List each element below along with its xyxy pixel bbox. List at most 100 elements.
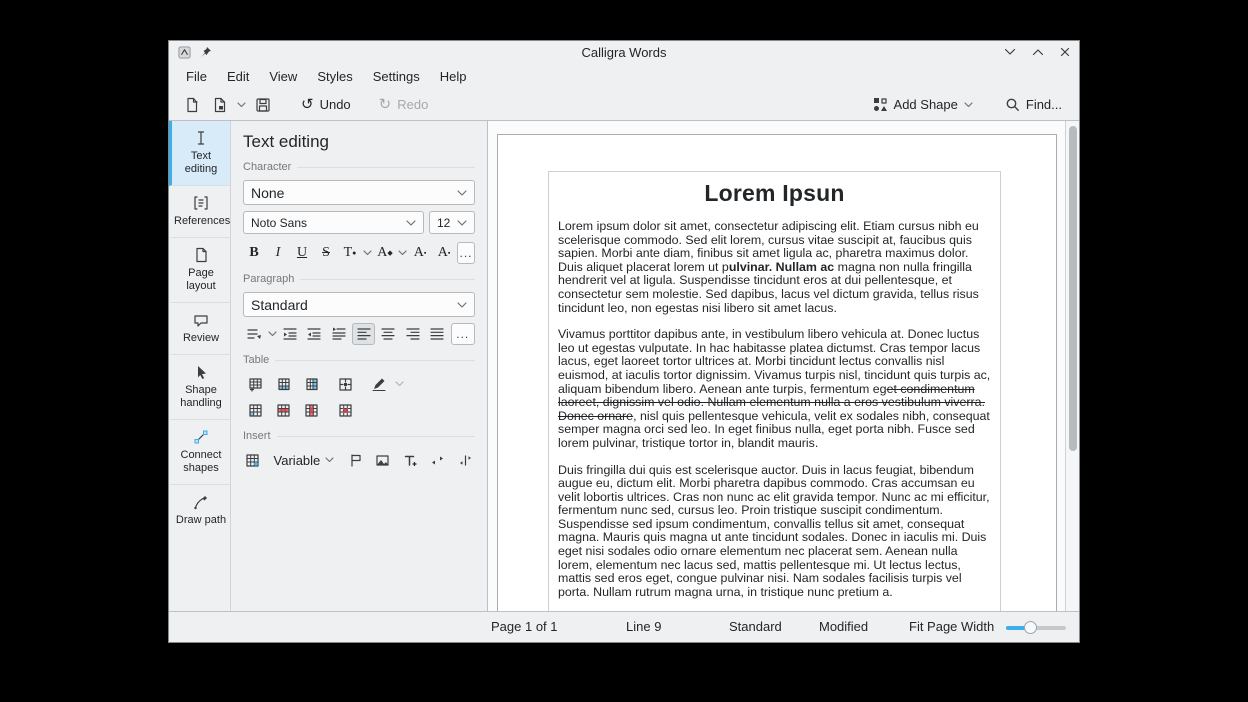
- bookmark-icon[interactable]: [345, 449, 365, 471]
- menu-help[interactable]: Help: [430, 66, 477, 87]
- insert-column-button[interactable]: [299, 373, 323, 395]
- redo-button[interactable]: ↻ Redo: [372, 93, 436, 116]
- page-layout-icon: [192, 246, 210, 264]
- delete-table-button[interactable]: [333, 399, 357, 421]
- insert-row-button[interactable]: [271, 373, 295, 395]
- undo-label: Undo: [320, 97, 351, 112]
- line-indicator: Line 9: [626, 619, 661, 634]
- sidebar-item-shape-handling[interactable]: Shape handling: [169, 355, 230, 420]
- add-shape-label: Add Shape: [894, 97, 958, 112]
- menu-styles[interactable]: Styles: [307, 66, 362, 87]
- sidebar-item-draw-path[interactable]: Draw path: [169, 485, 230, 536]
- sidebar-item-review[interactable]: Review: [169, 303, 230, 355]
- align-justify-button[interactable]: [426, 323, 449, 345]
- highlight-color-button[interactable]: A◆: [374, 242, 396, 264]
- insert-table-button[interactable]: [243, 373, 267, 395]
- font-size-select[interactable]: 12: [429, 211, 475, 234]
- find-button[interactable]: Find...: [998, 93, 1069, 116]
- list-style-chevron-icon[interactable]: [268, 331, 277, 337]
- paragraph-style-select[interactable]: Standard: [243, 292, 475, 317]
- menu-file[interactable]: File: [176, 66, 217, 87]
- split-cells-button[interactable]: [243, 399, 267, 421]
- insert-text-frame-button[interactable]: [400, 449, 420, 471]
- menu-settings[interactable]: Settings: [363, 66, 430, 87]
- search-icon: [1005, 97, 1020, 112]
- insert-image-button[interactable]: [373, 449, 393, 471]
- border-pen-chevron-icon[interactable]: [395, 381, 404, 387]
- save-button[interactable]: [250, 93, 276, 117]
- underline-button[interactable]: U: [291, 242, 313, 264]
- zoom-mode-button[interactable]: Fit Page Width: [909, 619, 994, 634]
- align-center-button[interactable]: [377, 323, 400, 345]
- chevron-down-icon: [406, 220, 416, 226]
- text-color-chevron-icon[interactable]: [363, 250, 372, 256]
- delete-column-button[interactable]: [299, 399, 323, 421]
- pin-icon[interactable]: [200, 46, 212, 58]
- indent-more-button[interactable]: [279, 323, 302, 345]
- add-shape-button[interactable]: Add Shape: [866, 93, 980, 116]
- strikethrough-button[interactable]: S: [315, 242, 337, 264]
- tool-options-panel: Text editing Character None Noto Sans 12: [231, 121, 488, 611]
- text-color-button[interactable]: T●: [339, 242, 361, 264]
- close-icon[interactable]: [1060, 47, 1070, 57]
- bold-button[interactable]: B: [243, 242, 265, 264]
- chevron-down-icon: [457, 302, 467, 308]
- insert-horizontal-spacing-button[interactable]: [428, 449, 448, 471]
- menu-edit[interactable]: Edit: [217, 66, 259, 87]
- document-canvas[interactable]: Lorem Ipsun Lorem ipsum dolor sit amet, …: [488, 121, 1065, 611]
- sidebar-item-connect-shapes[interactable]: Connect shapes: [169, 420, 230, 485]
- chevron-down-icon: [325, 457, 334, 463]
- font-family-select[interactable]: Noto Sans: [243, 211, 424, 234]
- section-character: Character: [243, 161, 475, 173]
- connector-line-icon: [192, 428, 210, 446]
- delete-row-button[interactable]: [271, 399, 295, 421]
- character-style-value: None: [251, 185, 284, 201]
- variable-dropdown[interactable]: Variable: [271, 451, 338, 470]
- superscript-button[interactable]: A▪: [409, 242, 431, 264]
- paragraph-more-button[interactable]: ...: [451, 323, 475, 345]
- insert-break-button[interactable]: [455, 449, 475, 471]
- zoom-slider-handle[interactable]: [1024, 621, 1037, 634]
- main-toolbar: ↺ Undo ↻ Redo Add Shape Find...: [169, 89, 1079, 121]
- document-page[interactable]: Lorem Ipsun Lorem ipsum dolor sit amet, …: [497, 134, 1057, 611]
- open-recent-chevron-icon[interactable]: [237, 102, 246, 108]
- sidebar-item-label: Shape handling: [174, 384, 228, 410]
- undo-button[interactable]: ↺ Undo: [294, 93, 358, 116]
- pen-path-icon: [192, 493, 210, 511]
- border-pen-button[interactable]: [367, 373, 391, 395]
- vertical-scrollbar[interactable]: [1065, 121, 1079, 611]
- modified-indicator: Modified: [819, 619, 868, 634]
- open-document-button[interactable]: [207, 93, 233, 117]
- italic-button[interactable]: I: [267, 242, 289, 264]
- new-document-button[interactable]: [179, 93, 205, 117]
- align-left-button[interactable]: [352, 323, 375, 345]
- indent-less-button[interactable]: [303, 323, 326, 345]
- paragraph[interactable]: Duis fringilla dui quis est scelerisque …: [558, 464, 991, 600]
- document-heading[interactable]: Lorem Ipsun: [558, 180, 991, 207]
- minimize-icon[interactable]: [1004, 48, 1016, 56]
- paragraph[interactable]: Lorem ipsum dolor sit amet, consectetur …: [558, 220, 991, 315]
- app-icon[interactable]: [178, 46, 191, 59]
- merge-cells-button[interactable]: [333, 373, 357, 395]
- find-label: Find...: [1026, 97, 1062, 112]
- align-right-button[interactable]: [401, 323, 424, 345]
- paragraph[interactable]: Vivamus porttitor dapibus ante, in vesti…: [558, 328, 991, 450]
- sidebar-item-references[interactable]: References: [169, 186, 230, 238]
- menu-view[interactable]: View: [259, 66, 307, 87]
- first-line-indent-button[interactable]: [328, 323, 351, 345]
- text-frame[interactable]: Lorem Ipsun Lorem ipsum dolor sit amet, …: [548, 171, 1001, 611]
- titlebar[interactable]: Calligra Words: [169, 41, 1079, 63]
- document-area: Lorem Ipsun Lorem ipsum dolor sit amet, …: [488, 121, 1079, 611]
- maximize-icon[interactable]: [1032, 48, 1044, 56]
- sidebar-item-page-layout[interactable]: Page layout: [169, 238, 230, 303]
- character-more-button[interactable]: ...: [457, 242, 475, 264]
- zoom-slider[interactable]: [1006, 621, 1066, 634]
- character-style-select[interactable]: None: [243, 180, 475, 205]
- sidebar-item-text-editing[interactable]: Text editing: [169, 121, 230, 186]
- highlight-chevron-icon[interactable]: [398, 250, 407, 256]
- subscript-button[interactable]: A▪: [433, 242, 455, 264]
- list-style-button[interactable]: [243, 323, 266, 345]
- style-indicator[interactable]: Standard: [729, 619, 782, 634]
- scrollbar-thumb[interactable]: [1069, 126, 1077, 451]
- insert-table-variable-button[interactable]: [243, 449, 263, 471]
